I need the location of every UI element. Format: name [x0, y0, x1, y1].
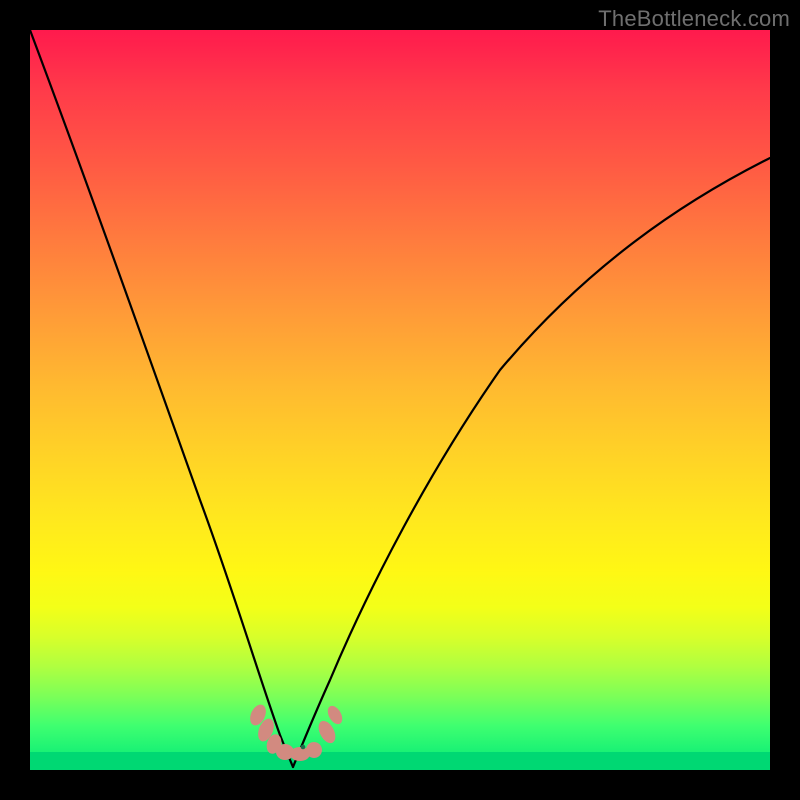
curve-right-branch [293, 158, 770, 767]
bottom-markers [247, 702, 345, 761]
curve-left-branch [30, 30, 293, 767]
min-point-dot [301, 745, 306, 750]
attribution-watermark: TheBottleneck.com [598, 6, 790, 32]
chart-svg [30, 30, 770, 770]
